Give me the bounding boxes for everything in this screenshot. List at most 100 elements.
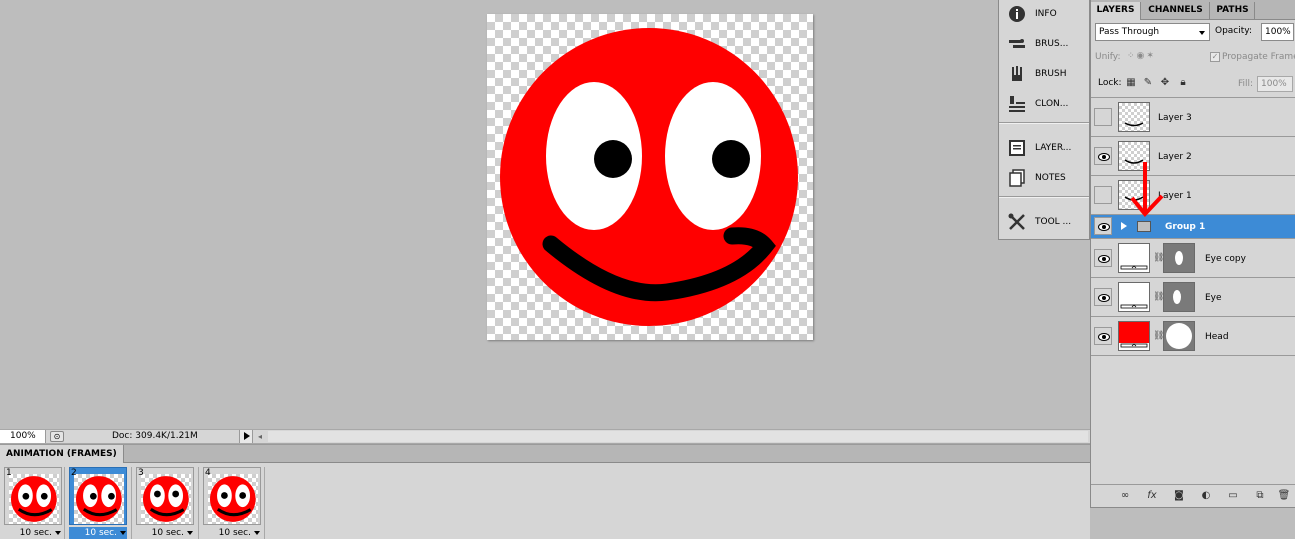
tab-channels[interactable]: CHANNELS [1142,2,1210,20]
layers-footer-toolbar: ∞ fx ◙ ◐ ▭ ⧉ 🗑︎ [1091,484,1295,506]
strip-item-brush-presets[interactable]: BRUS... [999,30,1089,58]
opacity-field[interactable]: 100% [1261,23,1294,41]
layer-row-layer-3[interactable]: Layer 3 [1091,98,1295,137]
info-icon [1009,6,1025,22]
link-chain-icon[interactable]: ⛓ [1153,251,1164,265]
layer-mask-thumbnail[interactable] [1163,243,1195,273]
strip-item-tool-presets[interactable]: TOOL ... [999,208,1089,236]
visibility-toggle[interactable] [1094,108,1112,126]
tab-paths[interactable]: PATHS [1211,2,1255,20]
add-mask-icon[interactable]: ◙ [1172,489,1186,503]
propagate-frame-checkbox[interactable]: ✓ [1210,52,1220,62]
layer-list: Layer 3 Layer 2 Layer 1 Group 1 ⛓ Eye co… [1091,97,1295,357]
chevron-down-icon[interactable] [120,531,126,535]
new-layer-icon[interactable]: ⧉ [1253,489,1267,503]
fill-field[interactable]: 100% [1257,76,1293,92]
horizontal-scrollbar[interactable] [268,431,1088,442]
layer-row-layer-2[interactable]: Layer 2 [1091,137,1295,176]
zoom-options-icon[interactable]: ⊙ [50,431,64,442]
animation-frame[interactable]: 1 10 sec. [2,467,64,539]
layer-row-layer-1[interactable]: Layer 1 [1091,176,1295,215]
frame-box: 2 [69,467,127,525]
smiley-artwork [500,28,798,326]
layer-name: Eye copy [1205,254,1246,264]
layer-mask-thumbnail[interactable] [1163,282,1195,312]
blend-mode-select[interactable]: Pass Through [1095,23,1210,41]
layer-thumbnail [1118,321,1150,351]
layer-row-group-1[interactable]: Group 1 [1091,215,1295,239]
layer-thumbnail [1118,102,1150,132]
lock-all-icon[interactable]: 🔒︎ [1177,77,1189,89]
link-layers-icon[interactable]: ∞ [1118,489,1132,503]
frame-thumbnail [9,474,59,524]
right-pupil [712,140,750,178]
frame-delay[interactable]: 10 sec. [69,527,127,539]
eye-icon[interactable] [1094,249,1112,267]
add-layer-style-icon[interactable]: fx [1145,489,1159,503]
unify-position-icon[interactable]: ⁘ [1127,51,1137,61]
tab-layers[interactable]: LAYERS [1091,2,1141,20]
zoom-level-field[interactable]: 100% [0,430,46,443]
trash-icon[interactable]: 🗑︎ [1277,489,1291,503]
tab-animation-frames[interactable]: ANIMATION (FRAMES) [0,445,124,463]
strip-item-label: INFO [1035,9,1057,19]
eye-icon[interactable] [1094,327,1112,345]
visibility-toggle[interactable] [1094,186,1112,204]
frame-number: 3 [138,468,144,478]
animation-tab-bar: ANIMATION (FRAMES) [0,445,1090,463]
propagate-frame-label: Propagate Frame [1222,52,1295,62]
strip-item-brush[interactable]: BRUSH [999,60,1089,88]
layer-name: Group 1 [1165,222,1206,232]
animation-frame-selected[interactable]: 2 10 sec. [67,467,129,539]
link-chain-icon[interactable]: ⛓ [1153,290,1164,304]
strip-item-label: LAYER... [1035,143,1072,153]
scroll-left-icon[interactable]: ◂ [258,432,266,441]
chevron-down-icon[interactable] [254,531,260,535]
strip-item-label: TOOL ... [1035,217,1072,227]
lock-image-icon[interactable]: ✎ [1142,77,1154,89]
eye-icon[interactable] [1094,147,1112,165]
eye-icon[interactable] [1094,288,1112,306]
frame-delay[interactable]: 10 sec. [136,527,194,539]
chevron-down-icon[interactable] [187,531,193,535]
layer-thumbnail [1118,243,1150,273]
document-canvas[interactable] [487,14,813,340]
notes-icon [1009,169,1025,187]
layer-row-head[interactable]: ⛓ Head [1091,317,1295,356]
expand-group-arrow-icon[interactable] [1121,222,1127,230]
strip-item-clone-source[interactable]: CLON... [999,90,1089,118]
lock-position-icon[interactable]: ✥ [1159,77,1171,89]
brush-presets-icon [1009,39,1025,48]
strip-item-info[interactable]: INFO [999,0,1089,28]
strip-item-notes[interactable]: NOTES [999,164,1089,192]
lock-label: Lock: [1098,78,1122,88]
animation-panel: ANIMATION (FRAMES) 1 10 sec. 2 10 sec. 3… [0,444,1090,539]
fill-label: Fill: [1238,79,1254,89]
lock-transparent-icon[interactable]: ▦ [1125,77,1137,89]
unify-visibility-icon[interactable]: ◉ [1137,51,1147,61]
unify-icons: ⁘◉✶ [1127,51,1156,61]
layer-name: Layer 3 [1158,113,1192,123]
layer-row-eye-copy[interactable]: ⛓ Eye copy [1091,239,1295,278]
frame-delay[interactable]: 10 sec. [203,527,261,539]
brush-icon [1012,66,1022,81]
frame-delay[interactable]: 10 sec. [4,527,62,539]
opacity-label: Opacity: [1215,26,1252,36]
layer-comps-icon [1009,140,1025,156]
strip-item-label: CLON... [1035,99,1069,109]
adjustment-layer-icon[interactable]: ◐ [1199,489,1213,503]
layer-row-eye[interactable]: ⛓ Eye [1091,278,1295,317]
animation-frame[interactable]: 3 10 sec. [134,467,196,539]
frame-thumbnail [141,474,191,524]
eye-icon[interactable] [1094,217,1112,235]
new-group-icon[interactable]: ▭ [1226,489,1240,503]
unify-style-icon[interactable]: ✶ [1146,51,1156,61]
link-chain-icon[interactable]: ⛓ [1153,329,1164,343]
strip-item-layer-comps[interactable]: LAYER... [999,134,1089,162]
collapsed-panel-strip: INFO BRUS... BRUSH CLON... LAYER... NOTE… [998,0,1090,240]
status-menu-arrow-icon[interactable] [239,430,253,443]
frame-box: 3 [136,467,194,525]
layer-mask-thumbnail[interactable] [1163,321,1195,351]
chevron-down-icon[interactable] [55,531,61,535]
animation-frame[interactable]: 4 10 sec. [201,467,263,539]
